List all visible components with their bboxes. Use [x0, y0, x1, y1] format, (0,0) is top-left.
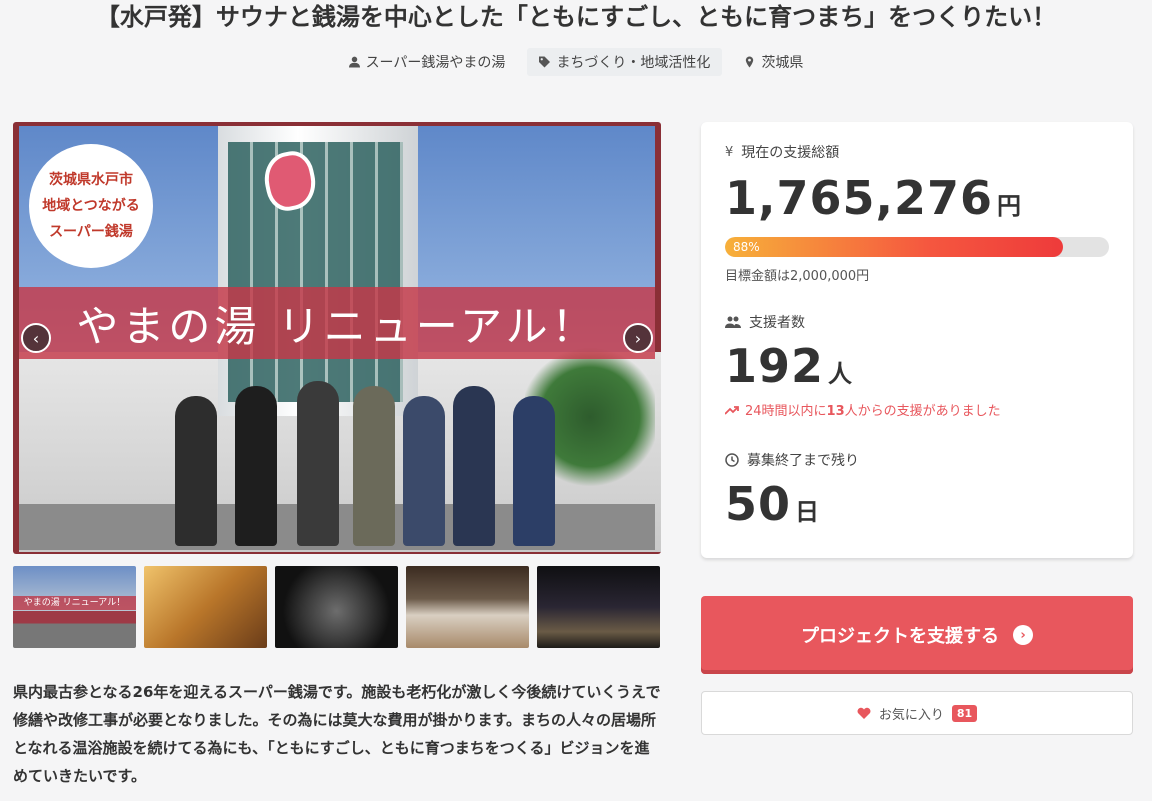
owner-name: スーパー銭湯やまの湯 [365, 55, 506, 71]
progress-fill: 88% [725, 237, 1063, 257]
total-section: ¥ 現在の支援総額 1,765,276 円 [725, 142, 1022, 234]
funding-panel: ¥ 現在の支援総額 1,765,276 円 88% 目標金額は2,000,000円… [701, 122, 1133, 558]
supporters-count: 192 人 [725, 338, 853, 402]
trend-suffix: 人からの支援がありました [844, 404, 1001, 419]
supporters-label: 支援者数 [749, 315, 805, 331]
trend-count: 13 [826, 404, 845, 419]
thumbnail-1[interactable]: やまの湯 リニューアル！ [13, 566, 136, 648]
project-description: 県内最古参となる26年を迎えるスーパー銭湯です。施設も老朽化が激しく今後続けてい… [13, 683, 661, 785]
recent-support-notice: 24時間以内に13人からの支援がありました [725, 400, 1001, 419]
total-value: 1,765,276 [725, 171, 993, 225]
page-title: 【水戸発】サウナと銭湯を中心とした「ともにすごし、ともに育つまち」をつくりたい！ [95, 3, 1057, 31]
thumbnail-strip: やまの湯 リニューアル！ [13, 566, 660, 648]
badge-line: 地域とつながる [42, 198, 140, 214]
badge-line: 茨城県水戸市 [49, 172, 133, 188]
hero-person [513, 396, 555, 546]
project-meta: スーパー銭湯やまの湯 まちづくり・地域活性化 茨城県 [0, 48, 1152, 76]
total-label: 現在の支援総額 [741, 145, 840, 161]
total-amount: 1,765,276 円 [725, 170, 1022, 234]
hero-person [403, 396, 445, 546]
total-label-row: ¥ 現在の支援総額 [725, 142, 1022, 162]
remaining-unit: 日 [795, 498, 821, 526]
support-project-button[interactable]: プロジェクトを支援する › [701, 596, 1133, 674]
thumbnail-4[interactable] [406, 566, 529, 648]
hero-person [235, 386, 277, 546]
support-button-label: プロジェクトを支援する [801, 626, 999, 647]
goal-amount: 目標金額は2,000,000円 [725, 269, 870, 284]
hero-person [353, 386, 395, 546]
hero-banner: やまの湯 リニューアル！ [19, 287, 655, 359]
hero-person [297, 381, 339, 546]
user-icon [348, 56, 360, 68]
remaining-section: 募集終了まで残り 50 日 [725, 450, 859, 540]
hero-image-carousel[interactable]: やまの湯 リニューアル！ 茨城県水戸市 地域とつながる スーパー銭湯 ‹ › [13, 122, 661, 554]
location-pin-icon [746, 56, 754, 68]
hero-tower-glass [228, 142, 403, 402]
thumbnail-banner: やまの湯 リニューアル！ [13, 596, 136, 610]
total-unit: 円 [997, 192, 1022, 220]
supporters-section: 支援者数 192 人 [725, 312, 853, 402]
favorite-label: お気に入り [878, 707, 944, 723]
hero-person [175, 396, 217, 546]
thumbnail-2[interactable] [144, 566, 267, 648]
category-tag[interactable]: まちづくり・地域活性化 [527, 48, 723, 76]
trend-prefix: 24時間以内に [745, 404, 827, 419]
favorite-count-badge: 81 [951, 704, 978, 722]
thumbnail-3[interactable] [275, 566, 398, 648]
supporters-unit: 人 [828, 360, 854, 388]
tag-icon [539, 56, 551, 68]
prev-slide-button[interactable]: ‹ [21, 323, 51, 353]
clock-icon [725, 453, 739, 467]
location-link[interactable]: 茨城県 [736, 48, 811, 76]
owner-link[interactable]: スーパー銭湯やまの湯 [341, 48, 514, 76]
remaining-label-row: 募集終了まで残り [725, 450, 859, 470]
yen-icon: ¥ [725, 144, 734, 160]
category-label: まちづくり・地域活性化 [556, 55, 711, 71]
users-icon [725, 316, 741, 328]
remaining-label: 募集終了まで残り [747, 453, 859, 469]
trending-up-icon [725, 405, 739, 415]
location-label: 茨城県 [761, 55, 804, 71]
hero-badge: 茨城県水戸市 地域とつながる スーパー銭湯 [29, 144, 153, 268]
favorite-button[interactable]: お気に入り 81 [701, 691, 1133, 735]
thumbnail-5[interactable] [537, 566, 660, 648]
remaining-value: 50 [725, 477, 792, 531]
hero-person [453, 386, 495, 546]
supporters-label-row: 支援者数 [725, 312, 853, 332]
next-slide-button[interactable]: › [623, 323, 653, 353]
chevron-right-icon: › [1013, 625, 1033, 645]
badge-line: スーパー銭湯 [49, 224, 133, 240]
progress-bar: 88% [725, 237, 1109, 257]
remaining-days: 50 日 [725, 476, 859, 540]
heart-icon [857, 707, 871, 719]
supporters-value: 192 [725, 339, 825, 393]
